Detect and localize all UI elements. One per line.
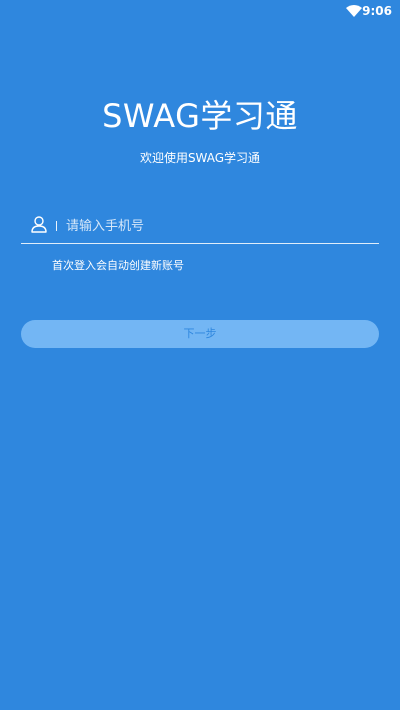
user-icon (31, 216, 47, 233)
next-button[interactable]: 下一步 (21, 320, 379, 348)
welcome-subtitle: 欢迎使用SWAG学习通 (139, 151, 261, 165)
phone-input[interactable] (66, 214, 366, 238)
wifi-icon (346, 5, 362, 17)
phone-field[interactable] (21, 208, 379, 244)
status-time: 9:06 (362, 4, 392, 18)
app-title: SWAG学习通 (102, 97, 298, 135)
field-divider (56, 221, 57, 231)
auto-create-hint: 首次登入会自动创建新账号 (52, 259, 184, 272)
status-bar: 9:06 (0, 0, 400, 24)
